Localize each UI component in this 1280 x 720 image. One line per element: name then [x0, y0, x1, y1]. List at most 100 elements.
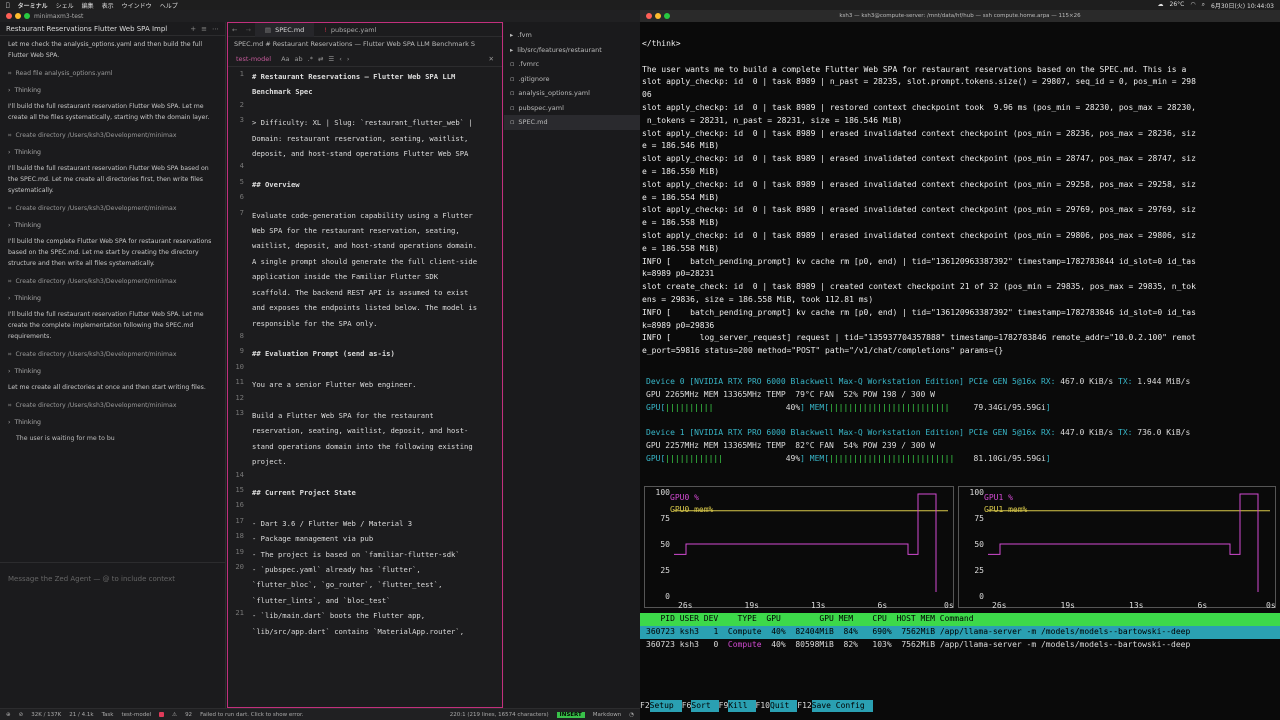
feedback-icon[interactable]: ◔: [629, 712, 634, 718]
menubar-item[interactable]: 編集: [82, 1, 94, 10]
log-line: The user wants me to build a complete Fl…: [642, 64, 1187, 74]
prev-match-icon[interactable]: ‹: [339, 55, 342, 63]
select-all-icon[interactable]: ☰: [328, 55, 334, 63]
tree-item[interactable]: ▫ .gitignore: [504, 72, 640, 87]
function-key[interactable]: F2 Setup: [640, 700, 682, 712]
thinking-block[interactable]: › Thinking: [8, 85, 217, 96]
whole-word-icon[interactable]: ab: [295, 55, 303, 63]
close-window-button[interactable]: [646, 13, 652, 19]
tool-call[interactable]: ⌗ Create directory /Users/ksh3/Developmen…: [8, 400, 217, 411]
server-log[interactable]: </think> The user wants me to build a co…: [642, 38, 1278, 358]
tool-call[interactable]: ⌗ Create directory /Users/ksh3/Developmen…: [8, 276, 217, 287]
breadcrumb[interactable]: SPEC.md # Restaurant Reservations — Flut…: [228, 37, 502, 51]
regex-icon[interactable]: .*: [308, 55, 313, 63]
tool-call[interactable]: ⌗ Read file analysis_options.yaml: [8, 68, 217, 79]
thinking-label: Thinking: [14, 222, 41, 229]
apple-icon[interactable]: : [6, 2, 10, 9]
tool-call[interactable]: ⌗ Create directory /Users/ksh3/Developmen…: [8, 349, 217, 360]
mem-close: ]: [1045, 453, 1051, 463]
tree-item[interactable]: ▸ lib/src/features/restaurant: [504, 43, 640, 58]
yaml-file-icon: !: [324, 25, 327, 34]
gpu-charts: 100 75 50 25 0 26s 19s 13s 6s 0s GPU0 % GPU0 mem% 10…: [656, 488, 1276, 610]
tab-spec-md[interactable]: ▤ SPEC.md: [254, 23, 315, 37]
status-message[interactable]: Failed to run dart. Click to show error.: [200, 712, 303, 718]
tool-call[interactable]: ⌗ Create directory /Users/ksh3/Developmen…: [8, 130, 217, 141]
plus-icon[interactable]: +: [190, 25, 196, 33]
close-window-button[interactable]: [6, 13, 12, 19]
minimize-window-button[interactable]: [15, 13, 21, 19]
tool-call[interactable]: ⌗ Create directory /Users/ksh3/Developmen…: [8, 203, 217, 214]
process-table: PID USER DEV TYPE GPU GPU MEM CPU HOST M…: [640, 613, 1280, 651]
thinking-block[interactable]: › Thinking: [8, 366, 217, 377]
terminal-title: ksh3 — ksh3@compute-server: /mnt/data/hf…: [839, 13, 1081, 19]
more-icon[interactable]: ⋯: [212, 25, 219, 33]
chevron-right-icon: ›: [8, 149, 11, 156]
cursor-position[interactable]: 220:1 (219 lines, 16574 characters): [450, 712, 549, 718]
menubar-item[interactable]: 表示: [102, 1, 114, 10]
process-table-header: PID USER DEV TYPE GPU GPU MEM CPU HOST M…: [640, 613, 1280, 626]
agent-mode[interactable]: Task: [102, 712, 114, 718]
code-buffer[interactable]: 1 # Restaurant Reservations — Flutter Web…: [228, 69, 502, 639]
log-line: ens = 29836, size = 186.558 MiB, took 11…: [642, 294, 874, 304]
code-line: 8: [228, 331, 502, 346]
warning-icon[interactable]: ⚠: [172, 712, 177, 718]
tree-item[interactable]: ▫ SPEC.md: [504, 115, 640, 130]
close-search-icon[interactable]: ✕: [489, 55, 494, 63]
thinking-block[interactable]: › Thinking: [8, 293, 217, 304]
tree-item[interactable]: ▫ .fvmrc: [504, 57, 640, 72]
function-key[interactable]: F9 Kill: [719, 700, 756, 712]
forward-icon[interactable]: →: [241, 26, 254, 34]
thinking-block[interactable]: › Thinking: [8, 220, 217, 231]
thinking-block[interactable]: › Thinking: [8, 147, 217, 158]
line-text: ## Evaluation Prompt (send as-is): [252, 349, 395, 359]
next-match-icon[interactable]: ›: [347, 55, 350, 63]
project-name[interactable]: minimaxm3-test: [34, 13, 83, 20]
chevron-right-icon: ›: [8, 87, 11, 94]
code-line: 16: [228, 500, 502, 515]
wifi-icon[interactable]: ◠: [1190, 1, 1195, 10]
type: Compute: [727, 639, 767, 649]
clock[interactable]: 6月30日(火) 10:44:03: [1211, 1, 1274, 10]
case-sensitive-icon[interactable]: Aa: [281, 55, 289, 63]
language-selector[interactable]: Markdown: [593, 712, 621, 718]
search-input[interactable]: test-model: [236, 55, 271, 63]
menubar-item[interactable]: ヘルプ: [160, 1, 178, 10]
tree-item[interactable]: ▸ .fvm: [504, 28, 640, 43]
model-selector[interactable]: test-model: [121, 712, 151, 718]
replace-icon[interactable]: ⇄: [318, 55, 323, 63]
zoom-window-button[interactable]: [24, 13, 30, 19]
menubar-item[interactable]: シェル: [56, 1, 74, 10]
tree-item[interactable]: ▫ analysis_options.yaml: [504, 86, 640, 101]
agent-message-input[interactable]: Message the Zed Agent — @ to include con…: [0, 562, 225, 708]
menubar-item[interactable]: ウインドウ: [122, 1, 152, 10]
line-number: 8: [239, 330, 244, 340]
weather-icon[interactable]: ☁: [1158, 1, 1164, 10]
zoom-window-button[interactable]: [664, 13, 670, 19]
process-row[interactable]: 360723 ksh3 1 Compute 40% 82404MiB 84% 6…: [640, 625, 1280, 639]
search-icon[interactable]: ⌕: [1202, 1, 1205, 10]
tree-item-label: analysis_options.yaml: [518, 89, 590, 98]
tree-item[interactable]: ▫ pubspec.yaml: [504, 101, 640, 116]
process-row[interactable]: 360723 ksh3 0 Compute 40% 80598MiB 82% 1…: [640, 639, 1280, 652]
function-key[interactable]: F6 Sort: [682, 700, 719, 712]
line-number: 21: [235, 608, 244, 618]
function-key-label: Save Config: [811, 700, 873, 712]
minimize-window-button[interactable]: [655, 13, 661, 19]
tab-pubspec-yaml[interactable]: ! pubspec.yaml: [314, 23, 386, 37]
tree-item-label: .gitignore: [518, 74, 550, 83]
diagnostics-icon[interactable]: ⊕: [6, 712, 11, 718]
line-number: 9: [239, 346, 244, 356]
thinking-block[interactable]: › Thinking: [8, 417, 217, 428]
stop-icon[interactable]: [159, 712, 165, 717]
function-key[interactable]: F12 Save Config: [797, 700, 873, 712]
function-key[interactable]: F10 Quit: [756, 700, 798, 712]
menubar-app[interactable]: ターミナル: [18, 1, 48, 10]
tab-label: SPEC.md: [275, 25, 305, 34]
thread-title[interactable]: Restaurant Reservations Flutter Web SPA …: [6, 25, 167, 33]
log-line: e = 186.550 MiB): [642, 166, 720, 176]
history-icon[interactable]: ≡: [201, 25, 207, 33]
line-number: 18: [235, 531, 244, 541]
git-icon[interactable]: ⊘: [19, 712, 24, 718]
back-icon[interactable]: ←: [228, 26, 241, 34]
x-tick-label: 13s: [811, 601, 826, 610]
